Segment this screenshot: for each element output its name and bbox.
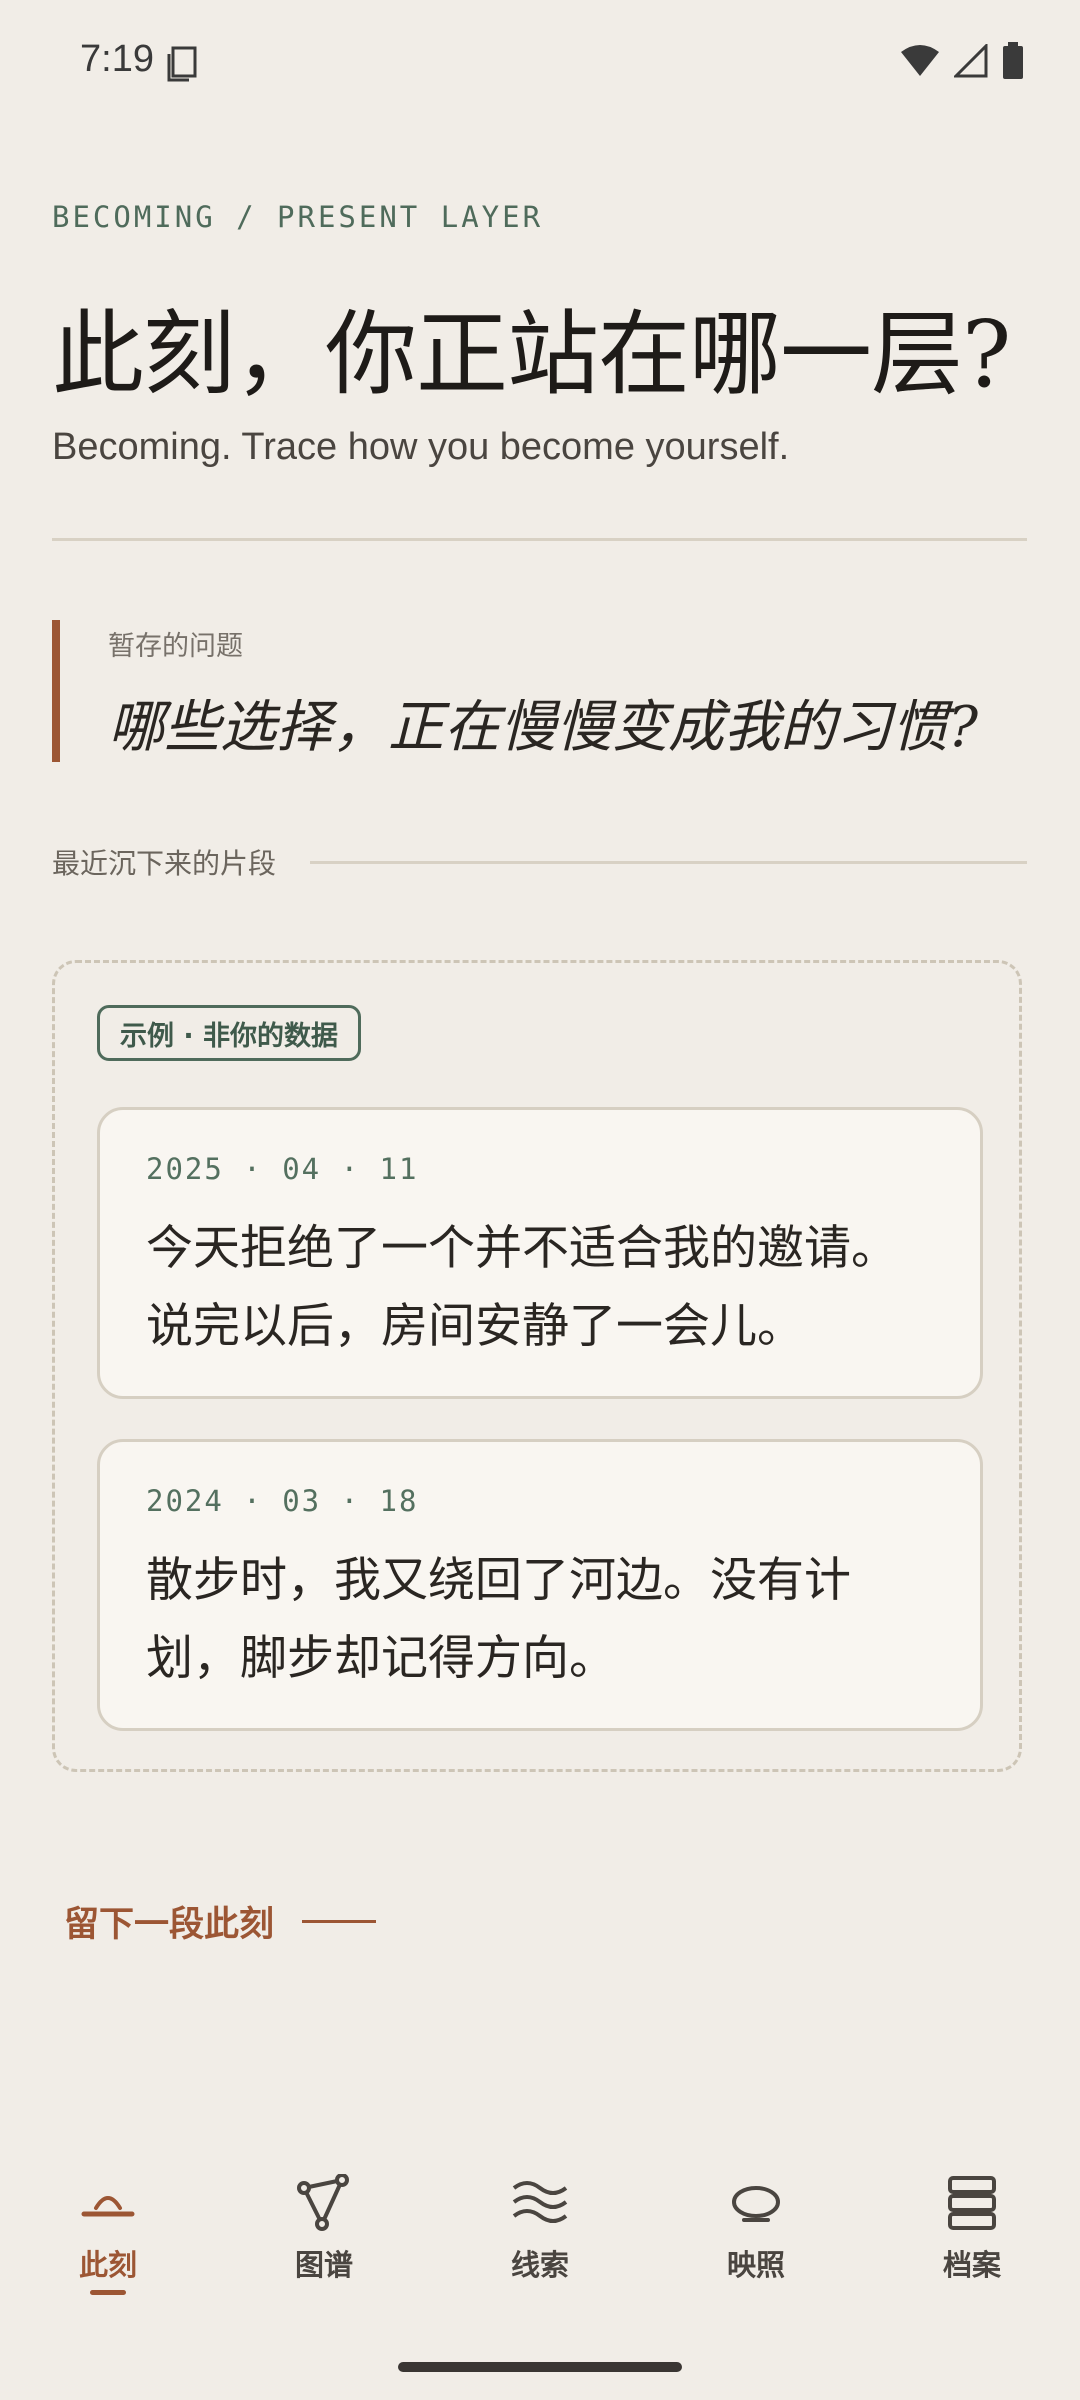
nav-label: 线索 bbox=[510, 2248, 569, 2282]
nav-item-present[interactable]: 此刻 bbox=[0, 2160, 216, 2300]
ellipse-icon bbox=[732, 2186, 780, 2222]
question-text: 哪些选择，正在慢慢变成我的习惯? bbox=[108, 695, 979, 760]
signal-icon bbox=[954, 44, 988, 78]
entry-text: 散步时，我又绕回了河边。没有计划，脚步却记得方向。 bbox=[146, 1553, 851, 1686]
recent-section-header: 最近沉下来的片段 bbox=[52, 842, 1027, 882]
nav-label: 图谱 bbox=[294, 2248, 353, 2282]
status-icons bbox=[900, 42, 1024, 80]
entry-date: 2025 · 04 · 11 bbox=[146, 1152, 419, 1186]
bottom-nav: 此刻 图谱 线索 映照 档案 bbox=[0, 2160, 1080, 2300]
leave-moment-button[interactable]: 留下一段此刻 bbox=[64, 1896, 377, 1947]
screenshot-notification-icon bbox=[167, 46, 197, 82]
nav-item-graph[interactable]: 图谱 bbox=[216, 2160, 432, 2300]
recent-section-label: 最近沉下来的片段 bbox=[52, 847, 277, 880]
nav-label: 档案 bbox=[942, 2248, 1001, 2282]
stack-icon bbox=[948, 2176, 996, 2230]
header-divider bbox=[52, 538, 1027, 541]
entry-date: 2024 · 03 · 18 bbox=[146, 1484, 419, 1518]
home-indicator[interactable] bbox=[398, 2362, 682, 2372]
page-subtitle: Becoming. Trace how you become yourself. bbox=[52, 426, 790, 468]
horizon-icon bbox=[81, 2196, 135, 2217]
saved-question[interactable]: 暂存的问题 哪些选择，正在慢慢变成我的习惯? bbox=[52, 620, 1027, 762]
graph-icon bbox=[297, 2174, 349, 2231]
entry-text: 今天拒绝了一个并不适合我的邀请。说完以后，房间安静了一会儿。 bbox=[146, 1221, 898, 1354]
question-accent-bar bbox=[52, 620, 60, 762]
nav-item-archive[interactable]: 档案 bbox=[864, 2160, 1080, 2300]
status-time: 7:19 bbox=[80, 38, 154, 80]
nav-label: 映照 bbox=[726, 2248, 785, 2282]
waves-icon bbox=[512, 2181, 568, 2223]
eyebrow-label: BECOMING / PRESENT LAYER bbox=[52, 200, 544, 234]
example-entries-panel: 示例 · 非你的数据 2025 · 04 · 11 今天拒绝了一个并不适合我的邀… bbox=[52, 960, 1022, 1772]
entry-card[interactable]: 2025 · 04 · 11 今天拒绝了一个并不适合我的邀请。说完以后，房间安静… bbox=[97, 1107, 983, 1399]
section-divider bbox=[310, 860, 1027, 864]
nav-item-threads[interactable]: 线索 bbox=[432, 2160, 648, 2300]
cta-dash bbox=[302, 1920, 377, 1923]
battery-icon bbox=[1003, 42, 1023, 79]
question-label: 暂存的问题 bbox=[108, 631, 243, 662]
nav-item-reflect[interactable]: 映照 bbox=[648, 2160, 864, 2300]
status-bar: 7:19 bbox=[0, 0, 1080, 126]
active-indicator bbox=[90, 2290, 126, 2295]
example-badge: 示例 · 非你的数据 bbox=[97, 1005, 362, 1061]
nav-label: 此刻 bbox=[78, 2248, 137, 2282]
entry-card[interactable]: 2024 · 03 · 18 散步时，我又绕回了河边。没有计划，脚步却记得方向。 bbox=[97, 1439, 983, 1731]
leave-moment-label: 留下一段此刻 bbox=[64, 1905, 275, 1945]
wifi-icon bbox=[901, 45, 939, 76]
page-title: 此刻，你正站在哪一层? bbox=[52, 301, 1011, 408]
